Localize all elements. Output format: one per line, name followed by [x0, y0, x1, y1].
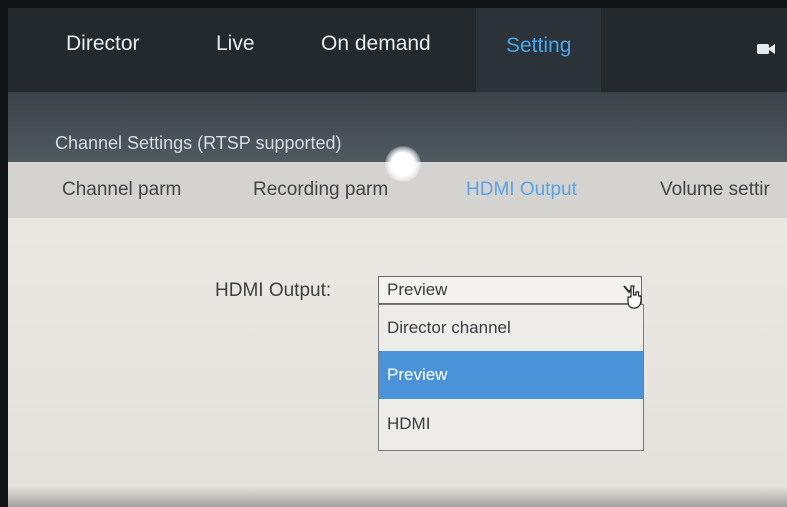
- top-navigation: Director Live On demand Setting: [8, 8, 787, 92]
- tab-volume-settings[interactable]: Volume settir: [660, 179, 770, 201]
- channel-settings-title: Channel Settings (RTSP supported): [55, 133, 342, 153]
- hdmi-output-label: HDMI Output:: [215, 280, 332, 301]
- tab-hdmi-output[interactable]: HDMI Output: [466, 179, 577, 201]
- screen-glare: [385, 146, 421, 182]
- nav-item-director[interactable]: Director: [66, 32, 140, 56]
- hdmi-output-dropdown: Director channel Preview HDMI: [378, 304, 644, 451]
- camera-icon[interactable]: [757, 42, 775, 56]
- tab-recording-parm[interactable]: Recording parm: [253, 179, 388, 201]
- hdmi-output-selected-value: Preview: [387, 280, 448, 299]
- nav-item-live[interactable]: Live: [216, 32, 255, 56]
- option-preview[interactable]: Preview: [379, 351, 643, 399]
- hdmi-output-panel: HDMI Output: Preview Director channel Pr…: [8, 218, 787, 507]
- tab-channel-parm[interactable]: Channel parm: [62, 179, 181, 201]
- app-screen: Director Live On demand Setting Channel …: [8, 8, 787, 507]
- option-director-channel[interactable]: Director channel: [379, 305, 643, 351]
- hdmi-output-select[interactable]: Preview: [378, 276, 642, 304]
- mouse-cursor-icon: [627, 285, 642, 309]
- option-hdmi[interactable]: HDMI: [379, 399, 643, 449]
- nav-item-on-demand[interactable]: On demand: [321, 32, 431, 56]
- nav-item-setting[interactable]: Setting: [476, 8, 602, 92]
